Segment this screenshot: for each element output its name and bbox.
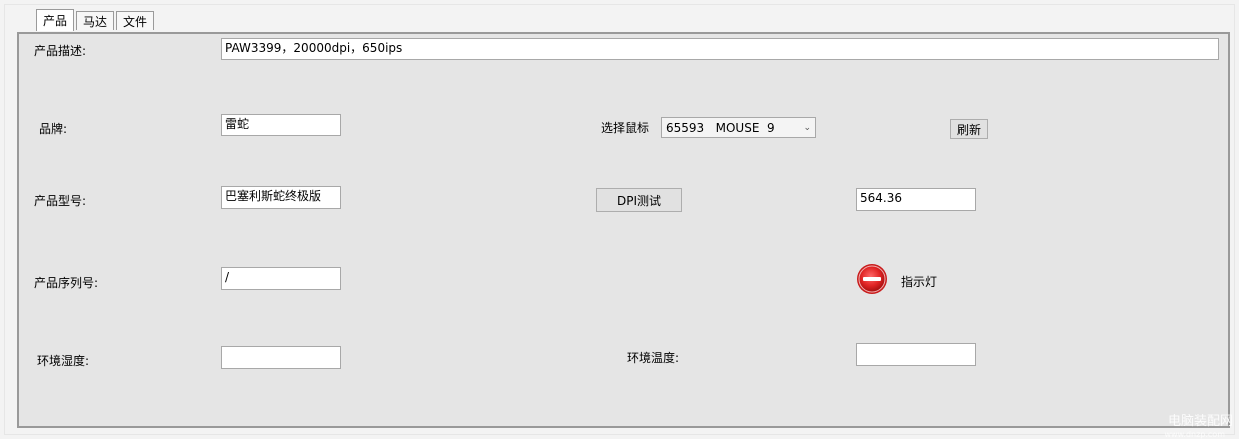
- serial-input[interactable]: /: [221, 267, 341, 290]
- humidity-label: 环境湿度:: [37, 354, 90, 368]
- dpi-value-input[interactable]: 564.36: [856, 188, 976, 211]
- watermark-logo: 电脑装配网: [1167, 414, 1233, 429]
- model-label: 产品型号:: [34, 194, 87, 208]
- tab-motor[interactable]: 马达: [76, 11, 115, 30]
- brand-input[interactable]: 雷蛇: [221, 114, 341, 136]
- temperature-label: 环境温度:: [627, 351, 680, 365]
- dpi-test-button[interactable]: DPI测试: [596, 188, 682, 212]
- watermark-url: www.dnzp.com: [1164, 430, 1226, 439]
- humidity-input[interactable]: [221, 346, 341, 369]
- product-desc-label: 产品描述:: [34, 44, 87, 58]
- refresh-button[interactable]: 刷新: [950, 119, 988, 139]
- tab-product[interactable]: 产品: [36, 9, 75, 31]
- tab-file[interactable]: 文件: [116, 11, 155, 30]
- mouse-select-label: 选择鼠标: [601, 121, 650, 135]
- serial-label: 产品序列号:: [34, 276, 99, 290]
- app-window: 产品 马达 文件 产品描述: PAW3399，20000dpi，650ips 品…: [0, 0, 1239, 439]
- mouse-select-dropdown[interactable]: 65593 MOUSE 9 ⌄: [661, 117, 816, 138]
- chevron-down-icon: ⌄: [803, 122, 811, 133]
- model-input[interactable]: 巴塞利斯蛇终极版: [221, 186, 341, 209]
- temperature-input[interactable]: [856, 343, 976, 366]
- tab-bar: 产品 马达 文件: [36, 8, 156, 31]
- mouse-select-value: 65593 MOUSE 9: [666, 120, 775, 135]
- indicator-label: 指示灯: [901, 275, 938, 289]
- product-panel: 产品描述: PAW3399，20000dpi，650ips 品牌: 雷蛇 选择鼠…: [17, 32, 1230, 428]
- indicator-light-icon: [857, 264, 887, 294]
- brand-label: 品牌:: [39, 122, 68, 136]
- product-desc-input[interactable]: PAW3399，20000dpi，650ips: [221, 38, 1219, 60]
